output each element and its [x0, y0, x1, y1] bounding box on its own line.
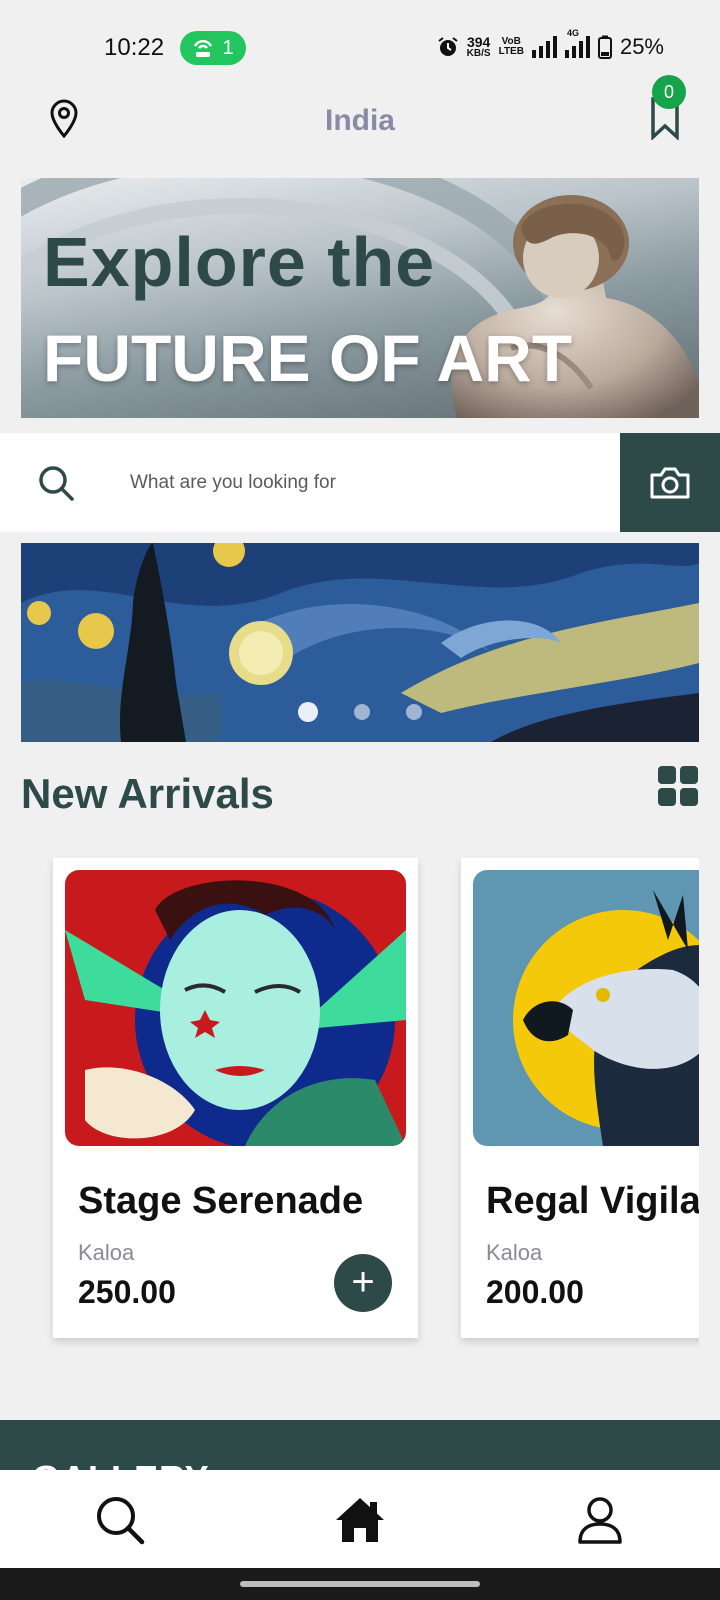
hero-title-line1: Explore the: [43, 223, 436, 301]
alarm-icon: [438, 37, 458, 56]
home-icon[interactable]: [332, 1492, 388, 1548]
battery-percent: 25%: [619, 34, 664, 59]
signal-4g-icon: 4G: [564, 28, 590, 58]
network-speed: 394 KB/S: [466, 33, 491, 59]
hotspot-icon: [194, 39, 213, 57]
user-icon[interactable]: [572, 1492, 628, 1548]
search-input[interactable]: [130, 463, 600, 503]
carousel-dot[interactable]: [354, 704, 370, 720]
promo-carousel[interactable]: [21, 543, 699, 742]
signal-strength-icon: [531, 36, 557, 58]
product-name: Regal Vigila: [486, 1180, 699, 1222]
bottom-navigation: [0, 1470, 720, 1568]
add-to-cart-button[interactable]: +: [334, 1254, 392, 1312]
search-icon[interactable]: [36, 463, 76, 503]
product-image: [473, 870, 699, 1146]
new-arrivals-list: Stage Serenade Kaloa 250.00 + Regal Vigi…: [0, 858, 699, 1348]
bookmark-count-badge: 0: [652, 75, 686, 109]
status-time: 10:22: [104, 34, 165, 61]
hero-title-line2: FUTURE OF ART: [43, 321, 573, 395]
grid-view-icon[interactable]: [658, 766, 698, 806]
product-artist: Kaloa: [78, 1240, 135, 1265]
gesture-handle[interactable]: [240, 1581, 480, 1587]
hotspot-indicator: 1: [180, 31, 246, 65]
product-card[interactable]: Stage Serenade Kaloa 250.00 +: [53, 858, 418, 1338]
carousel-dot[interactable]: [298, 702, 318, 722]
volte-indicator: VoB LTEB: [498, 36, 524, 57]
search-icon[interactable]: [92, 1492, 148, 1548]
status-bar: 10:22 1 394 KB/S VoB LTEB 4G 25%: [0, 0, 720, 80]
carousel-dot[interactable]: [406, 704, 422, 720]
hero-banner[interactable]: Explore the FUTURE OF ART: [21, 178, 699, 418]
product-name: Stage Serenade: [78, 1180, 364, 1222]
camera-search-button[interactable]: [620, 433, 720, 532]
hotspot-count: 1: [222, 36, 234, 59]
location-title[interactable]: India: [0, 104, 720, 138]
search-bar: [0, 433, 720, 532]
status-icons: 394 KB/S VoB LTEB 4G 25%: [437, 28, 664, 60]
product-price: 200.00: [486, 1274, 584, 1310]
product-price: 250.00: [78, 1274, 176, 1310]
battery-icon: [597, 35, 612, 59]
product-image: [65, 870, 406, 1146]
system-navigation-bar: [0, 1568, 720, 1600]
camera-icon: [650, 467, 690, 498]
app-header: India: [0, 80, 720, 160]
product-card[interactable]: Regal Vigila Kaloa 200.00: [461, 858, 699, 1338]
new-arrivals-title: New Arrivals: [21, 770, 274, 817]
product-artist: Kaloa: [486, 1240, 543, 1265]
carousel-dots: [21, 702, 699, 722]
